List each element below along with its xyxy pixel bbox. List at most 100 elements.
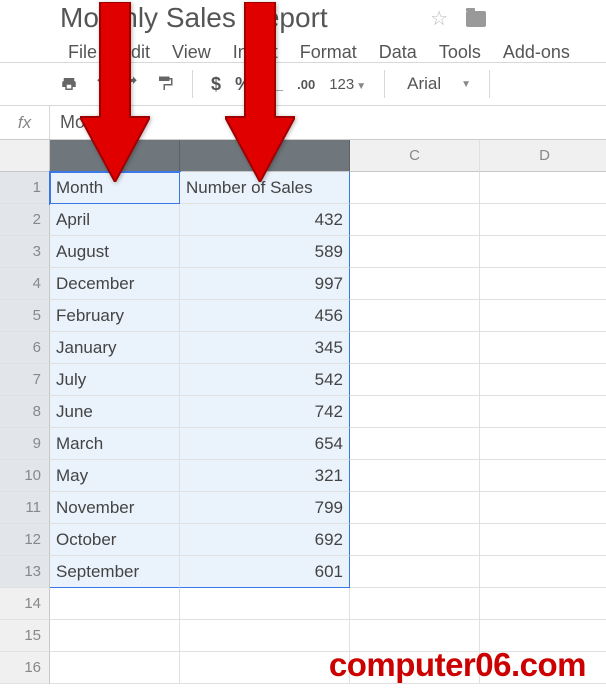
cell[interactable] bbox=[50, 620, 180, 652]
cell[interactable]: 799 bbox=[180, 492, 350, 524]
cell[interactable] bbox=[350, 332, 480, 364]
cell[interactable] bbox=[350, 588, 480, 620]
cell[interactable]: June bbox=[50, 396, 180, 428]
menu-format[interactable]: Format bbox=[292, 40, 365, 65]
cell[interactable]: 654 bbox=[180, 428, 350, 460]
cell[interactable] bbox=[480, 556, 606, 588]
cell[interactable]: 345 bbox=[180, 332, 350, 364]
row-header[interactable]: 9 bbox=[0, 428, 50, 460]
cell[interactable]: 742 bbox=[180, 396, 350, 428]
cell[interactable] bbox=[350, 300, 480, 332]
cell[interactable] bbox=[480, 236, 606, 268]
row-header[interactable]: 6 bbox=[0, 332, 50, 364]
cell[interactable] bbox=[480, 588, 606, 620]
grid-rows: MonthNumber of SalesApril432August589Dec… bbox=[50, 172, 606, 684]
cell[interactable] bbox=[350, 236, 480, 268]
cell[interactable] bbox=[350, 268, 480, 300]
cell[interactable] bbox=[50, 588, 180, 620]
cell[interactable]: May bbox=[50, 460, 180, 492]
row-header[interactable]: 4 bbox=[0, 268, 50, 300]
row-header[interactable]: 7 bbox=[0, 364, 50, 396]
more-formats-button[interactable]: 123▼ bbox=[329, 76, 366, 93]
cell[interactable]: July bbox=[50, 364, 180, 396]
row-header[interactable]: 3 bbox=[0, 236, 50, 268]
select-all-corner[interactable] bbox=[0, 140, 50, 172]
cell[interactable] bbox=[350, 172, 480, 204]
menu-data[interactable]: Data bbox=[371, 40, 425, 65]
cell[interactable]: 589 bbox=[180, 236, 350, 268]
cell[interactable] bbox=[350, 556, 480, 588]
row-header[interactable]: 14 bbox=[0, 588, 50, 620]
row-header[interactable]: 12 bbox=[0, 524, 50, 556]
cell[interactable] bbox=[480, 364, 606, 396]
cell[interactable] bbox=[480, 268, 606, 300]
title-icons: ☆ bbox=[430, 6, 486, 31]
col-header-D[interactable]: D bbox=[480, 140, 606, 172]
cell[interactable] bbox=[480, 332, 606, 364]
cell[interactable]: 321 bbox=[180, 460, 350, 492]
table-row: October692 bbox=[50, 524, 606, 556]
cell[interactable] bbox=[350, 204, 480, 236]
cell[interactable]: January bbox=[50, 332, 180, 364]
row-header[interactable]: 10 bbox=[0, 460, 50, 492]
cell[interactable] bbox=[480, 204, 606, 236]
cell[interactable]: September bbox=[50, 556, 180, 588]
print-icon[interactable] bbox=[60, 75, 78, 93]
cell[interactable] bbox=[350, 492, 480, 524]
folder-icon[interactable] bbox=[466, 11, 486, 27]
menu-addons[interactable]: Add-ons bbox=[495, 40, 578, 65]
toolbar-separator bbox=[192, 70, 193, 98]
menu-view[interactable]: View bbox=[164, 40, 219, 65]
cell[interactable] bbox=[350, 428, 480, 460]
row-header[interactable]: 16 bbox=[0, 652, 50, 684]
cell[interactable]: February bbox=[50, 300, 180, 332]
table-row: July542 bbox=[50, 364, 606, 396]
cell[interactable]: 542 bbox=[180, 364, 350, 396]
cell[interactable]: November bbox=[50, 492, 180, 524]
cell[interactable] bbox=[350, 524, 480, 556]
cell[interactable] bbox=[480, 492, 606, 524]
col-header-C[interactable]: C bbox=[350, 140, 480, 172]
cell[interactable] bbox=[480, 524, 606, 556]
cell[interactable] bbox=[180, 652, 350, 684]
chevron-down-icon[interactable]: ▼ bbox=[461, 79, 471, 90]
row-header[interactable]: 1 bbox=[0, 172, 50, 204]
currency-button[interactable]: $ bbox=[211, 74, 221, 95]
cell[interactable]: 432 bbox=[180, 204, 350, 236]
menu-tools[interactable]: Tools bbox=[431, 40, 489, 65]
cell[interactable]: 456 bbox=[180, 300, 350, 332]
cell[interactable]: April bbox=[50, 204, 180, 236]
paint-format-icon[interactable] bbox=[156, 75, 174, 93]
cell[interactable]: December bbox=[50, 268, 180, 300]
cell[interactable]: August bbox=[50, 236, 180, 268]
row-header[interactable]: 13 bbox=[0, 556, 50, 588]
row-header[interactable]: 15 bbox=[0, 620, 50, 652]
fx-label: fx bbox=[0, 106, 50, 139]
row-headers: 12345678910111213141516 bbox=[0, 140, 50, 684]
row-header[interactable]: 8 bbox=[0, 396, 50, 428]
cell[interactable] bbox=[50, 652, 180, 684]
cell[interactable] bbox=[480, 460, 606, 492]
cell[interactable]: 692 bbox=[180, 524, 350, 556]
cell[interactable] bbox=[180, 620, 350, 652]
cell[interactable] bbox=[350, 364, 480, 396]
cell[interactable] bbox=[180, 588, 350, 620]
cell[interactable]: 997 bbox=[180, 268, 350, 300]
cell[interactable]: 601 bbox=[180, 556, 350, 588]
row-header[interactable]: 11 bbox=[0, 492, 50, 524]
star-icon[interactable]: ☆ bbox=[430, 6, 448, 31]
increase-decimal-button[interactable]: .00 bbox=[297, 77, 315, 92]
cell[interactable] bbox=[480, 428, 606, 460]
cell[interactable] bbox=[350, 460, 480, 492]
table-row: May321 bbox=[50, 460, 606, 492]
cell[interactable] bbox=[350, 396, 480, 428]
spreadsheet-grid[interactable]: 12345678910111213141516 A B C D MonthNum… bbox=[0, 140, 606, 684]
row-header[interactable]: 5 bbox=[0, 300, 50, 332]
cell[interactable]: October bbox=[50, 524, 180, 556]
row-header[interactable]: 2 bbox=[0, 204, 50, 236]
cell[interactable] bbox=[480, 172, 606, 204]
cell[interactable] bbox=[480, 300, 606, 332]
cell[interactable]: March bbox=[50, 428, 180, 460]
font-selector[interactable]: Arial bbox=[403, 74, 445, 94]
cell[interactable] bbox=[480, 396, 606, 428]
